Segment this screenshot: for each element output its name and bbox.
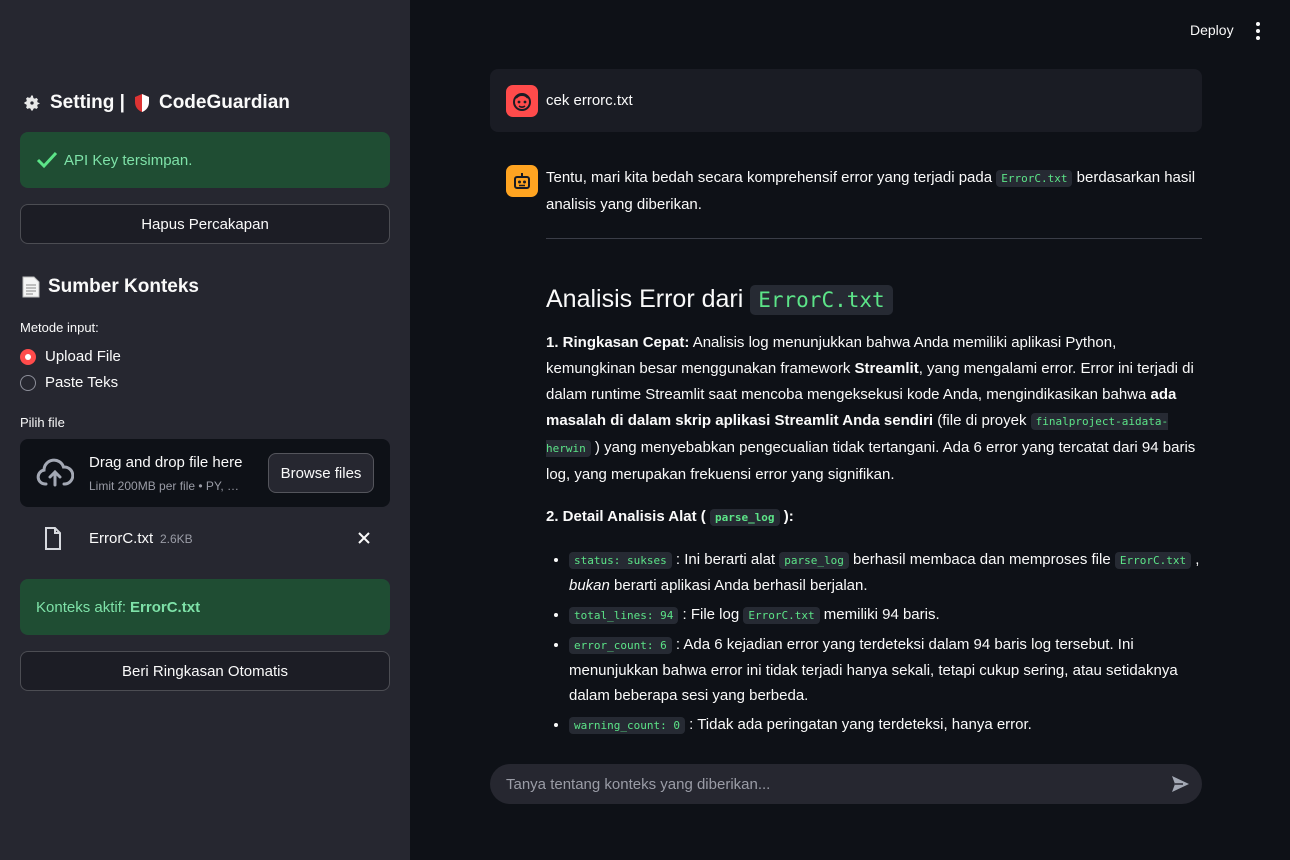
radio-selected-indicator[interactable] <box>20 348 36 365</box>
inline-code: ErrorC.txt <box>996 170 1073 187</box>
user-face-icon <box>513 93 531 111</box>
close-icon[interactable] <box>356 530 372 546</box>
deploy-button[interactable]: Deploy <box>1190 22 1234 38</box>
api-key-status-alert: API Key tersimpan. <box>20 132 390 188</box>
user-avatar <box>506 85 538 117</box>
list-item: error_count: 6 : Ada 6 kejadian error ya… <box>569 632 1202 708</box>
uploaded-file-name: ErrorC.txt <box>89 530 154 547</box>
chat-input[interactable] <box>506 764 1146 804</box>
context-heading: Sumber Konteks <box>22 276 199 298</box>
radio-paste-text-label: Paste Teks <box>45 374 119 391</box>
api-key-status-text: API Key tersimpan. <box>64 151 193 169</box>
clear-conversation-button[interactable]: Hapus Percakapan <box>20 204 390 244</box>
radio-unselected-indicator[interactable] <box>20 374 36 391</box>
assistant-avatar <box>506 165 538 197</box>
list-item: status: sukses : Ini berarti alat parse_… <box>569 547 1202 598</box>
heading-code: ErrorC.txt <box>750 285 893 315</box>
list-item: warning_count: 0 : Tidak ada peringatan … <box>569 712 1202 738</box>
radio-paste-text[interactable]: Paste Teks <box>20 374 118 391</box>
context-heading-text: Sumber Konteks <box>48 276 199 297</box>
sidebar: Setting | CodeGuardian API Key tersimpan… <box>0 0 410 860</box>
document-icon <box>22 276 40 298</box>
inline-code: parse_log <box>709 509 780 526</box>
file-dropzone[interactable]: Drag and drop file here Limit 200MB per … <box>20 439 390 507</box>
user-message-text: cek errorc.txt <box>546 92 633 109</box>
list-item: total_lines: 94 : File log ErrorC.txt me… <box>569 602 1202 628</box>
dropzone-limit-text: Limit 200MB per file • PY, … <box>89 479 240 493</box>
cloud-upload-icon <box>36 458 74 487</box>
user-message: cek errorc.txt <box>490 69 1202 132</box>
divider <box>546 238 1202 239</box>
chat-input-bar <box>490 764 1202 804</box>
file-icon <box>45 527 61 550</box>
active-context-prefix: Konteks aktif: <box>36 598 127 616</box>
robot-icon <box>514 173 530 189</box>
sidebar-title-text: Setting | <box>50 92 125 113</box>
shield-icon <box>134 94 149 112</box>
analysis-heading: Analisis Error dari ErrorC.txt <box>546 279 1202 320</box>
auto-summary-button[interactable]: Beri Ringkasan Otomatis <box>20 651 390 691</box>
sidebar-title: Setting | CodeGuardian <box>22 92 290 114</box>
browse-files-button[interactable]: Browse files <box>268 453 374 493</box>
active-context-alert: Konteks aktif: ErrorC.txt <box>20 579 390 635</box>
detail-heading: 2. Detail Analisis Alat ( parse_log ): <box>546 508 794 526</box>
file-label: Pilih file <box>20 415 65 430</box>
detail-list: status: sukses : Ini berarti alat parse_… <box>569 547 1202 738</box>
check-icon <box>36 151 58 169</box>
summary-paragraph: 1. Ringkasan Cepat: Analisis log menunju… <box>546 334 1196 483</box>
intro-paragraph: Tentu, mari kita bedah secara komprehens… <box>546 169 1196 213</box>
brand-name: CodeGuardian <box>158 92 290 113</box>
active-context-file: ErrorC.txt <box>130 598 201 616</box>
uploaded-file-size: 2.6KB <box>160 532 193 546</box>
method-label: Metode input: <box>20 320 99 335</box>
send-icon[interactable] <box>1170 774 1190 794</box>
radio-upload-file[interactable]: Upload File <box>20 348 121 365</box>
more-menu-icon[interactable] <box>1250 20 1266 42</box>
assistant-message: Tentu, mari kita bedah secara komprehens… <box>546 165 1202 742</box>
uploaded-file-item: ErrorC.txt 2.6KB <box>20 520 390 558</box>
dropzone-text: Drag and drop file here <box>89 454 243 471</box>
radio-upload-file-label: Upload File <box>45 348 121 365</box>
gear-icon <box>24 95 40 111</box>
